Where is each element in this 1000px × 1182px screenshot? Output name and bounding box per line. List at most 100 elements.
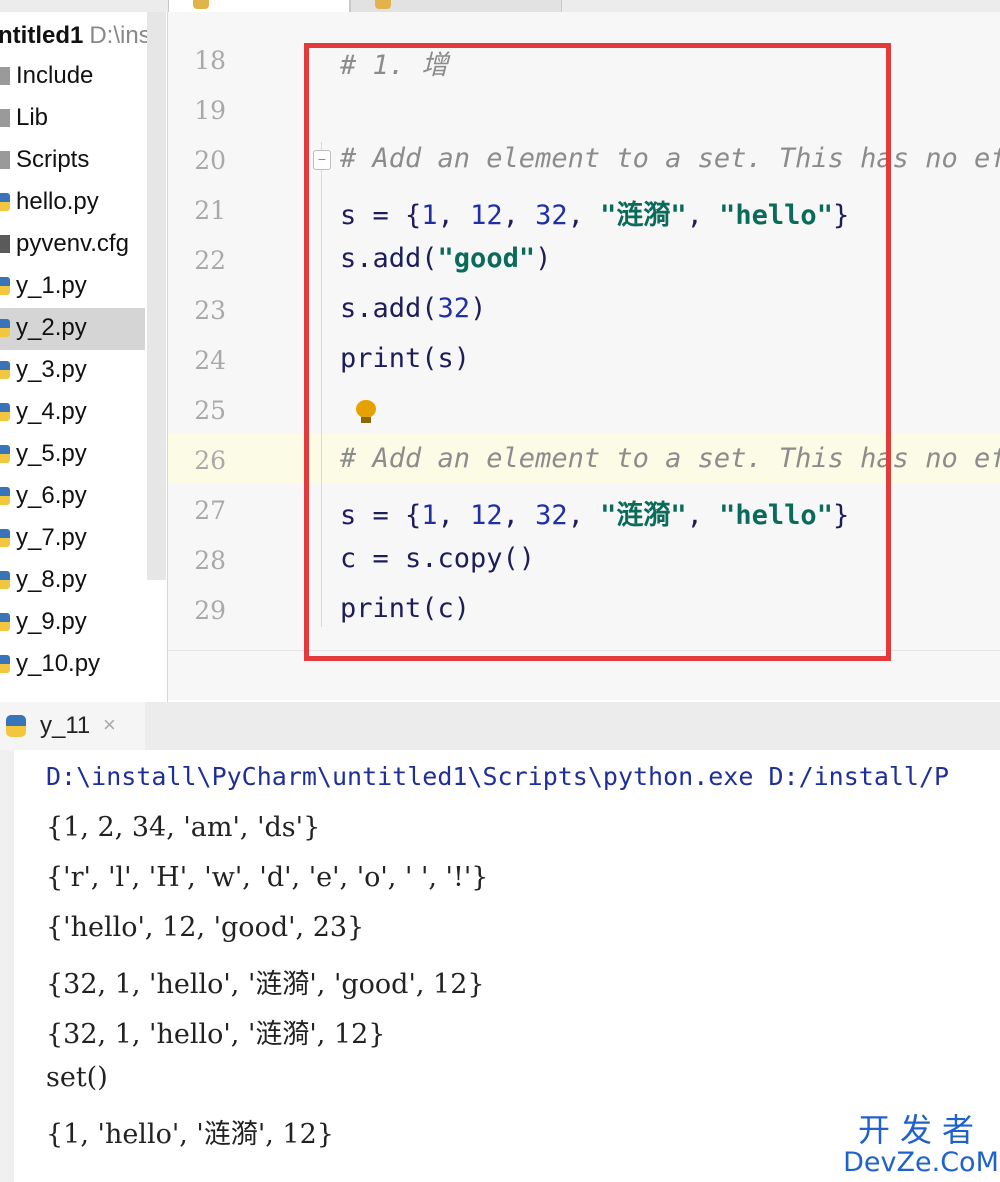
run-tab-y-11[interactable]: y_11 × [0,702,145,750]
code-text: # Add an element to a set. This has no e… [340,443,1000,474]
tree-scrollbar[interactable] [147,12,166,580]
python-file-icon [193,0,209,9]
tree-item-label: y_1.py [16,272,87,299]
code-text: s = {1, 12, 32, "涟漪", "hello"} [340,500,850,531]
console-output-line: set() [46,1062,108,1093]
tree-item-label: y_8.py [16,566,87,593]
python-file-icon [0,445,10,463]
code-text: print(s) [340,343,471,374]
tree-item[interactable]: Scripts [0,140,145,182]
code-line[interactable]: 27 s = {1, 12, 32, "涟漪", "hello"} [168,484,1000,534]
run-toolbar-gutter [0,750,15,1182]
tree-item[interactable]: y_8.py [0,560,145,602]
code-text: s.add("good") [340,243,552,274]
tree-item-label: y_10.py [16,650,101,677]
console-output-line: {1, 2, 34, 'am', 'ds'} [46,812,321,843]
tree-item[interactable]: pyvenv.cfg [0,224,145,266]
code-line[interactable]: 24 print(s) [168,334,1000,384]
code-line[interactable]: 25 [168,384,1000,434]
project-root-path: D:\ins [89,22,151,49]
code-line[interactable]: 29 print(c) [168,584,1000,634]
tree-item[interactable]: y_4.py [0,392,145,434]
watermark-line1: 开发者 [857,1111,984,1149]
project-root-name: ntitled1 [0,22,84,49]
code-line[interactable]: 20 # Add an element to a set. This has no… [168,134,1000,184]
run-tab-bar: y_11 × [0,702,1000,751]
line-number: 29 [194,596,226,625]
fold-marker-icon[interactable]: − [313,150,331,170]
tree-item-label: y_5.py [16,440,87,467]
tree-item-label: y_7.py [16,524,87,551]
code-text: c = s.copy() [340,543,536,574]
code-text: # Add an element to a set. This has no e… [340,143,1000,174]
console-output-line: {32, 1, 'hello', '涟漪', 'good', 12} [46,969,485,1000]
python-file-icon [0,613,10,631]
tree-item[interactable]: y_2.py [0,308,145,350]
tree-item-label: hello.py [16,188,99,215]
tree-item[interactable]: y_1.py [0,266,145,308]
folder-icon [0,151,10,169]
tree-item[interactable]: y_7.py [0,518,145,560]
project-tree-panel: ntitled1 D:\ins Include Lib Scripts hello.py… [0,12,168,702]
python-run-icon [6,715,26,737]
code-line[interactable]: 21 s = {1, 12, 32, "涟漪", "hello"} [168,184,1000,234]
tree-item-label: Scripts [16,146,90,173]
lightbulb-icon[interactable] [356,400,376,424]
line-number: 21 [194,196,226,225]
line-number: 24 [194,346,226,375]
console-output-line: {'r', 'l', 'H', 'w', 'd', 'e', 'o', ' ',… [46,862,489,893]
watermark-logo: 开发者 DevZe.CoM [842,1112,1000,1182]
tree-item-label: y_9.py [16,608,87,635]
python-file-icon [0,277,10,295]
tree-item[interactable]: y_5.py [0,434,145,476]
python-file-icon [0,529,10,547]
tree-item[interactable]: Include [0,56,145,98]
tree-item[interactable]: y_9.py [0,602,145,644]
python-file-icon [0,361,10,379]
line-number: 20 [194,146,226,175]
python-file-icon [0,571,10,589]
tree-item-label: Include [16,62,94,89]
code-line[interactable]: 23 s.add(32) [168,284,1000,334]
tree-item-label: pyvenv.cfg [16,230,129,257]
code-text: # 1. 增 [340,50,449,81]
editor-lower-area [168,650,1000,700]
tree-item-label: Lib [16,104,49,131]
tree-item[interactable]: Lib [0,98,145,140]
console-output-line: {'hello', 12, 'good', 23} [46,912,365,943]
line-number: 28 [194,546,226,575]
tree-item[interactable]: y_3.py [0,350,145,392]
python-file-icon [0,193,10,211]
code-line[interactable]: 26 # Add an element to a set. This has no… [168,434,1000,484]
code-text: print(c) [340,593,471,624]
tree-item[interactable]: y_6.py [0,476,145,518]
console-output-line: {32, 1, 'hello', '涟漪', 12} [46,1019,386,1050]
line-number: 23 [194,296,226,325]
console-command-line: D:\install\PyCharm\untitled1\Scripts\pyt… [46,762,950,791]
tree-item-label: y_4.py [16,398,87,425]
python-file-icon [0,487,10,505]
line-number: 22 [194,246,226,275]
code-line[interactable]: 18 # 1. 增 [168,34,1000,84]
project-root[interactable]: ntitled1 D:\ins [0,22,151,50]
tree-item[interactable]: hello.py [0,182,145,224]
tree-item-label: y_6.py [16,482,87,509]
python-file-icon [0,403,10,421]
python-file-icon [375,0,391,9]
code-text: s.add(32) [340,293,487,324]
close-icon[interactable]: × [103,712,116,738]
code-editor[interactable]: 18 # 1. 增 19 20 # Add an element to a set. T… [168,12,1000,700]
line-number: 26 [194,446,226,475]
line-number: 18 [194,46,226,75]
tree-item-label: y_3.py [16,356,87,383]
folder-icon [0,109,10,127]
line-number: 25 [194,396,226,425]
code-text: s = {1, 12, 32, "涟漪", "hello"} [340,200,850,231]
line-number: 19 [194,96,226,125]
config-file-icon [0,235,10,253]
code-line[interactable]: 28 c = s.copy() [168,534,1000,584]
code-line[interactable]: 19 [168,84,1000,134]
tree-item[interactable]: y_10.py [0,644,145,686]
watermark-line2: DevZe.CoM [843,1147,999,1178]
code-line[interactable]: 22 s.add("good") [168,234,1000,284]
